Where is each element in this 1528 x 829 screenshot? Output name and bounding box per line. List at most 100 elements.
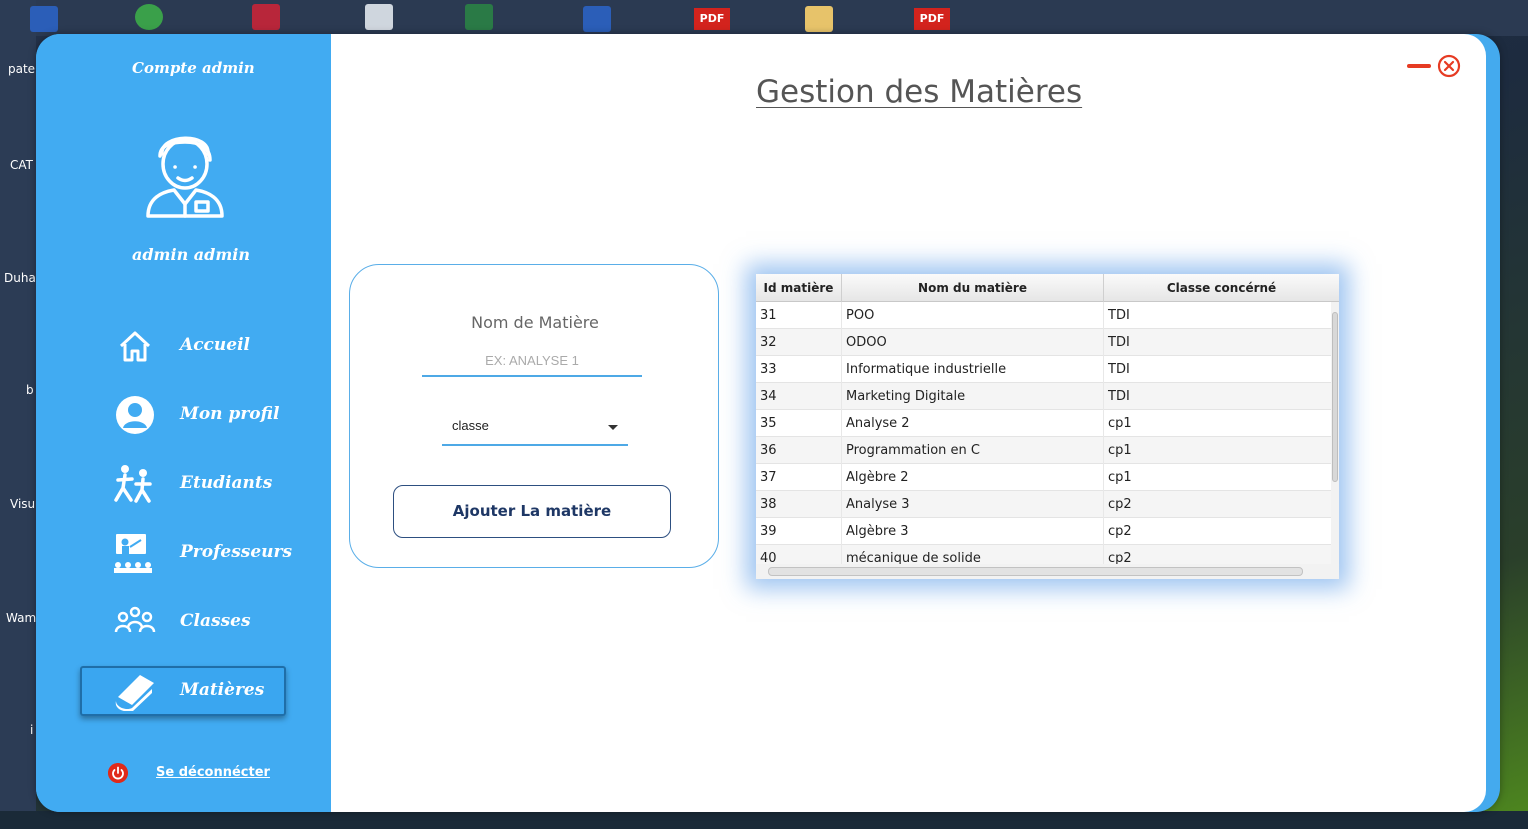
cell-class: cp2 — [1108, 551, 1132, 564]
column-header-class[interactable]: Classe concérné — [1104, 274, 1339, 302]
cell-id: 34 — [756, 383, 842, 410]
subjects-table: Id matière Nom du matière Classe concérn… — [756, 274, 1339, 579]
vertical-scrollbar[interactable] — [1331, 302, 1339, 564]
sidebar-item-classes[interactable]: Classes — [80, 597, 286, 647]
table-row[interactable]: 31 POO TDI — [756, 302, 1331, 329]
scrollbar-thumb[interactable] — [768, 567, 1303, 576]
desktop-label: i — [30, 723, 34, 737]
cell-id: 37 — [756, 464, 842, 491]
account-title: Compte admin — [132, 59, 255, 77]
table-row[interactable]: 35 Analyse 2 cp1 — [756, 410, 1331, 437]
profile-icon — [116, 396, 154, 434]
cell-class: cp1 — [1108, 416, 1132, 431]
table-row[interactable]: 34 Marketing Digitale TDI — [756, 383, 1331, 410]
desktop-bottom-strip — [0, 811, 1528, 829]
main-panel: Gestion des Matières Nom de Matière clas… — [331, 34, 1486, 812]
sidebar: Compte admin admin admin Accueil Mon pro… — [36, 34, 331, 812]
cell-id: 35 — [756, 410, 842, 437]
project-icon[interactable] — [465, 4, 493, 30]
app-window: Compte admin admin admin Accueil Mon pro… — [36, 34, 1500, 812]
subject-form-card: Nom de Matière classe Ajouter La matière — [349, 264, 719, 568]
table-header: Id matière Nom du matière Classe concérn… — [756, 274, 1339, 302]
user-name: admin admin — [132, 245, 250, 264]
cell-name: Algèbre 3 — [842, 518, 1104, 545]
cell-class: cp1 — [1108, 443, 1132, 458]
cell-class: TDI — [1108, 308, 1130, 323]
table-body: 31 POO TDI 32 ODOO TDI 33 Informatique i… — [756, 302, 1331, 564]
desktop-top-strip — [0, 0, 1528, 36]
subject-name-input[interactable] — [422, 345, 642, 377]
column-header-id[interactable]: Id matière — [756, 274, 842, 302]
chevron-down-icon — [608, 425, 618, 430]
desktop-left-strip — [0, 0, 36, 829]
sidebar-item-label: Matières — [180, 680, 265, 700]
cell-class: cp2 — [1108, 524, 1132, 539]
cell-name: mécanique de solide — [842, 545, 1104, 564]
sidebar-item-label: Classes — [180, 611, 251, 631]
cell-name: Programmation en C — [842, 437, 1104, 464]
desktop-label: pate — [8, 62, 36, 76]
pdf-icon[interactable]: PDF — [914, 8, 950, 30]
table-row[interactable]: 33 Informatique industrielle TDI — [756, 356, 1331, 383]
logout-label: Se déconnécter — [156, 765, 270, 780]
add-subject-button[interactable]: Ajouter La matière — [393, 485, 671, 538]
pdf-icon[interactable]: PDF — [694, 8, 730, 30]
sidebar-item-label: Mon profil — [180, 404, 280, 424]
class-select-value: classe — [452, 418, 489, 433]
desktop-label: CAT — [10, 158, 33, 172]
sidebar-item-mon-profil[interactable]: Mon profil — [80, 390, 286, 440]
cell-name: Marketing Digitale — [842, 383, 1104, 410]
cell-class: cp1 — [1108, 470, 1132, 485]
sidebar-item-accueil[interactable]: Accueil — [80, 321, 286, 371]
cell-name: POO — [842, 302, 1104, 329]
subject-name-label: Nom de Matière — [471, 313, 599, 332]
cell-class: TDI — [1108, 362, 1130, 377]
user-avatar-icon — [146, 136, 224, 218]
teacher-icon — [114, 534, 152, 573]
book-icon — [115, 675, 154, 711]
logout-button[interactable]: Se déconnécter — [108, 762, 288, 786]
students-icon — [114, 465, 152, 503]
desktop-label: Visu — [10, 497, 36, 511]
horizontal-scrollbar[interactable] — [756, 564, 1339, 579]
shield-app-icon[interactable] — [135, 4, 163, 30]
desktop-label: b — [26, 383, 34, 397]
cell-id: 32 — [756, 329, 842, 356]
table-row[interactable]: 39 Algèbre 3 cp2 — [756, 518, 1331, 545]
word-icon[interactable] — [30, 6, 58, 32]
access-icon[interactable] — [252, 4, 280, 30]
cell-class: cp2 — [1108, 497, 1132, 512]
sidebar-item-professeurs[interactable]: Professeurs — [80, 528, 292, 578]
cell-id: 39 — [756, 518, 842, 545]
sidebar-item-etudiants[interactable]: Etudiants — [80, 459, 286, 509]
minimize-icon[interactable] — [1407, 64, 1431, 68]
cell-name: Analyse 2 — [842, 410, 1104, 437]
cell-name: Informatique industrielle — [842, 356, 1104, 383]
table-row[interactable]: 32 ODOO TDI — [756, 329, 1331, 356]
table-row[interactable]: 40 mécanique de solide cp2 — [756, 545, 1331, 564]
cell-id: 31 — [756, 302, 842, 329]
close-icon[interactable] — [1437, 54, 1461, 78]
word-doc-icon[interactable] — [583, 6, 611, 32]
table-row[interactable]: 38 Analyse 3 cp2 — [756, 491, 1331, 518]
sidebar-item-matieres[interactable]: Matières — [80, 666, 286, 716]
cell-id: 40 — [756, 545, 842, 564]
sidebar-item-label: Professeurs — [180, 542, 293, 562]
recycle-bin-icon[interactable] — [365, 4, 393, 30]
cell-name: ODOO — [842, 329, 1104, 356]
desktop-label: Duha — [4, 271, 36, 285]
home-icon — [119, 331, 151, 362]
class-select[interactable]: classe — [442, 410, 628, 446]
sidebar-item-label: Accueil — [180, 335, 250, 355]
cell-class: TDI — [1108, 389, 1130, 404]
table-row[interactable]: 37 Algèbre 2 cp1 — [756, 464, 1331, 491]
table-row[interactable]: 36 Programmation en C cp1 — [756, 437, 1331, 464]
cell-name: Analyse 3 — [842, 491, 1104, 518]
folder-icon[interactable] — [805, 6, 833, 32]
scrollbar-thumb[interactable] — [1332, 312, 1338, 482]
sidebar-item-label: Etudiants — [180, 473, 273, 493]
cell-name: Algèbre 2 — [842, 464, 1104, 491]
cell-class: TDI — [1108, 335, 1130, 350]
column-header-name[interactable]: Nom du matière — [842, 274, 1104, 302]
classes-icon — [114, 606, 156, 633]
